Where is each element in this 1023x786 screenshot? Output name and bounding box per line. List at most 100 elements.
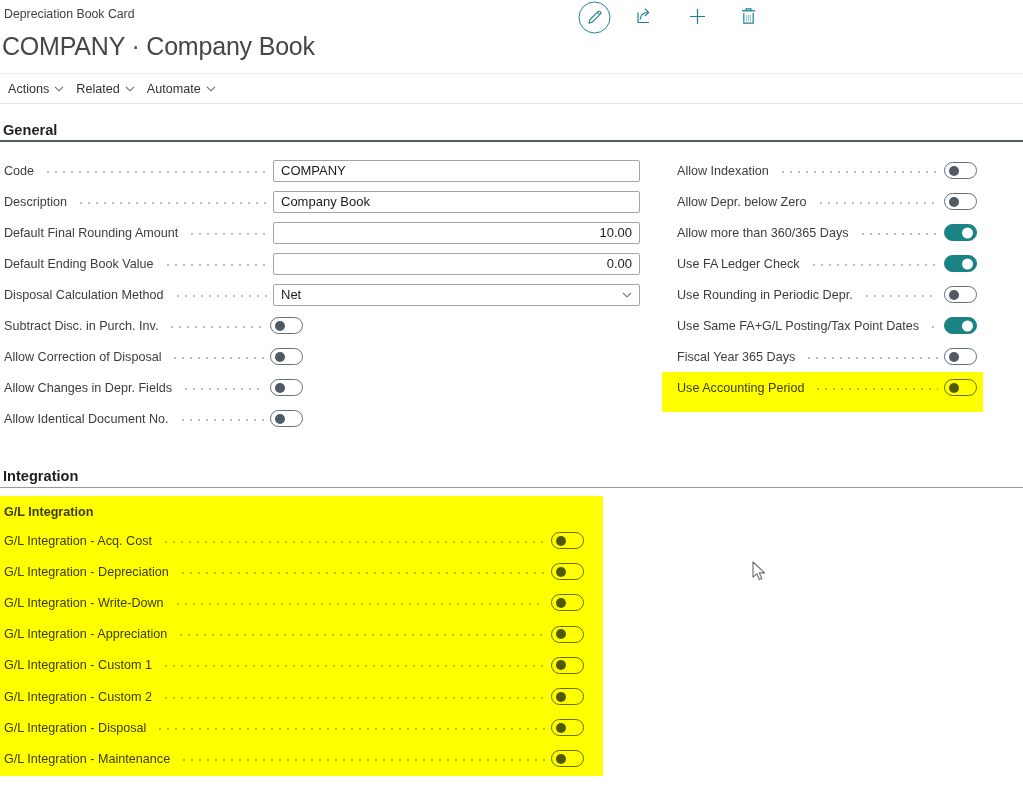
toggle-allow-correction-of-disposal[interactable] bbox=[270, 348, 303, 365]
toggle-allow-identical-document-no[interactable] bbox=[270, 410, 303, 427]
menu-related[interactable]: Related bbox=[76, 82, 134, 96]
dotted-leader bbox=[929, 326, 938, 328]
toggle-knob bbox=[275, 383, 285, 393]
toggle-allow-depr-below-zero[interactable] bbox=[944, 193, 977, 210]
toggle-allow-changes-in-depr-fields[interactable] bbox=[270, 379, 303, 396]
field-row-g-l-integration-maintenance: G/L Integration - Maintenance bbox=[0, 743, 584, 774]
section-divider-general bbox=[0, 140, 1023, 142]
toggle-use-accounting-period[interactable] bbox=[944, 379, 977, 396]
toggle-use-same-fa-g-l-posting-tax-point-dates[interactable] bbox=[944, 317, 977, 334]
menu-actions[interactable]: Actions bbox=[8, 82, 64, 96]
toggle-allow-indexation[interactable] bbox=[944, 162, 977, 179]
field-label-allow-correction-of-disposal: Allow Correction of Disposal bbox=[4, 350, 161, 364]
field-label-allow-changes-in-depr-fields: Allow Changes in Depr. Fields bbox=[4, 381, 172, 395]
field-label-code: Code bbox=[4, 164, 34, 178]
input-description[interactable]: Company Book bbox=[273, 191, 640, 213]
dotted-leader bbox=[156, 728, 545, 730]
toggle-knob bbox=[556, 692, 566, 702]
field-label-fiscal-year-365-days: Fiscal Year 365 Days bbox=[677, 350, 795, 364]
dotted-leader bbox=[174, 295, 267, 297]
field-row-allow-identical-document-no: Allow Identical Document No. bbox=[0, 403, 303, 434]
dotted-leader bbox=[188, 233, 267, 235]
share-icon[interactable] bbox=[635, 5, 655, 26]
menu-label: Related bbox=[76, 82, 119, 96]
field-row-disposal-calculation-method: Disposal Calculation Method Net bbox=[0, 279, 640, 310]
section-header-general[interactable]: General bbox=[3, 122, 57, 138]
field-row-description: DescriptionCompany Book bbox=[0, 186, 640, 217]
input-default-ending-book-value[interactable]: 0.00 bbox=[273, 253, 640, 275]
toggle-allow-more-than-360-365-days[interactable] bbox=[944, 224, 977, 241]
toggle-knob bbox=[556, 629, 566, 639]
menu-label: Actions bbox=[8, 82, 49, 96]
field-label-use-same-fa-g-l-posting-tax-point-dates: Use Same FA+G/L Posting/Tax Point Dates bbox=[677, 319, 919, 333]
dotted-leader bbox=[162, 697, 545, 699]
integration-column: G/L IntegrationG/L Integration - Acq. Co… bbox=[0, 499, 584, 775]
field-row-g-l-integration-write-down: G/L Integration - Write-Down bbox=[0, 587, 584, 618]
delete-icon[interactable] bbox=[739, 5, 758, 26]
toggle-knob bbox=[949, 197, 959, 207]
field-row-g-l-integration-custom-2: G/L Integration - Custom 2 bbox=[0, 681, 584, 712]
field-row-allow-correction-of-disposal: Allow Correction of Disposal bbox=[0, 341, 303, 372]
edit-icon[interactable] bbox=[578, 1, 611, 34]
chevron-down-icon bbox=[206, 86, 216, 92]
dotted-leader bbox=[177, 634, 545, 636]
field-row-default-final-rounding-amount: Default Final Rounding Amount 10.00 bbox=[0, 217, 640, 248]
toggle-fiscal-year-365-days[interactable] bbox=[944, 348, 977, 365]
toggle-g-l-integration-disposal[interactable] bbox=[551, 719, 584, 736]
field-label-disposal-calculation-method: Disposal Calculation Method bbox=[4, 288, 164, 302]
menu-automate[interactable]: Automate bbox=[147, 82, 216, 96]
field-row-fiscal-year-365-days: Fiscal Year 365 Days bbox=[673, 341, 977, 372]
field-row-default-ending-book-value: Default Ending Book Value0.00 bbox=[0, 248, 640, 279]
toggle-knob bbox=[962, 258, 973, 269]
dotted-leader bbox=[77, 202, 267, 204]
field-row-g-l-integration-disposal: G/L Integration - Disposal bbox=[0, 712, 584, 743]
field-label-default-final-rounding-amount: Default Final Rounding Amount bbox=[4, 226, 178, 240]
dotted-leader bbox=[44, 171, 267, 173]
dotted-leader bbox=[179, 419, 265, 421]
toggle-g-l-integration-custom-2[interactable] bbox=[551, 688, 584, 705]
section-header-integration[interactable]: Integration bbox=[3, 468, 78, 484]
field-label-allow-more-than-360-365-days: Allow more than 360/365 Days bbox=[677, 226, 849, 240]
field-label-g-l-integration-write-down: G/L Integration - Write-Down bbox=[4, 596, 164, 610]
toggle-knob bbox=[949, 383, 959, 393]
dotted-leader bbox=[182, 388, 264, 390]
general-left-column: CodeCOMPANYDescriptionCompany BookDefaul… bbox=[0, 155, 640, 434]
dotted-leader bbox=[859, 233, 938, 235]
toggle-g-l-integration-appreciation[interactable] bbox=[551, 626, 584, 643]
toggle-knob bbox=[949, 166, 959, 176]
add-icon[interactable] bbox=[688, 7, 707, 26]
field-label-allow-identical-document-no: Allow Identical Document No. bbox=[4, 412, 169, 426]
field-row-g-l-integration-acq-cost: G/L Integration - Acq. Cost bbox=[0, 525, 584, 556]
toggle-knob bbox=[556, 598, 566, 608]
toggle-use-rounding-in-periodic-depr[interactable] bbox=[944, 286, 977, 303]
toggle-knob bbox=[962, 227, 973, 238]
dotted-leader bbox=[168, 326, 264, 328]
field-row-allow-changes-in-depr-fields: Allow Changes in Depr. Fields bbox=[0, 372, 303, 403]
input-code[interactable]: COMPANY bbox=[273, 160, 640, 182]
toggle-subtract-disc-in-purch-inv[interactable] bbox=[270, 317, 303, 334]
field-label-g-l-integration-depreciation: G/L Integration - Depreciation bbox=[4, 565, 169, 579]
action-bar: Actions Related Automate bbox=[0, 73, 1023, 104]
field-label-g-l-integration-custom-2: G/L Integration - Custom 2 bbox=[4, 690, 152, 704]
toggle-use-fa-ledger-check[interactable] bbox=[944, 255, 977, 272]
group-row-gl-integration: G/L Integration bbox=[0, 499, 584, 525]
input-default-final-rounding-amount[interactable]: 10.00 bbox=[273, 222, 640, 244]
field-label-g-l-integration-maintenance: G/L Integration - Maintenance bbox=[4, 752, 170, 766]
toggle-knob bbox=[275, 414, 285, 424]
toggle-g-l-integration-custom-1[interactable] bbox=[551, 657, 584, 674]
field-row-use-same-fa-g-l-posting-tax-point-dates: Use Same FA+G/L Posting/Tax Point Dates bbox=[673, 310, 977, 341]
select-disposal-calculation-method[interactable]: Net bbox=[273, 284, 640, 306]
field-row-use-rounding-in-periodic-depr: Use Rounding in Periodic Depr. bbox=[673, 279, 977, 310]
general-right-column: Allow IndexationAllow Depr. below ZeroAl… bbox=[673, 155, 977, 403]
field-row-g-l-integration-appreciation: G/L Integration - Appreciation bbox=[0, 619, 584, 650]
field-label-g-l-integration-custom-1: G/L Integration - Custom 1 bbox=[4, 658, 152, 672]
toggle-g-l-integration-write-down[interactable] bbox=[551, 594, 584, 611]
dotted-leader bbox=[814, 388, 938, 390]
dotted-leader bbox=[171, 357, 264, 359]
field-label-g-l-integration-appreciation: G/L Integration - Appreciation bbox=[4, 627, 167, 641]
toggle-g-l-integration-acq-cost[interactable] bbox=[551, 532, 584, 549]
toggle-g-l-integration-depreciation[interactable] bbox=[551, 563, 584, 580]
toggle-knob bbox=[962, 320, 973, 331]
toggle-g-l-integration-maintenance[interactable] bbox=[551, 750, 584, 767]
field-row-code: Code COMPANY bbox=[0, 155, 640, 186]
